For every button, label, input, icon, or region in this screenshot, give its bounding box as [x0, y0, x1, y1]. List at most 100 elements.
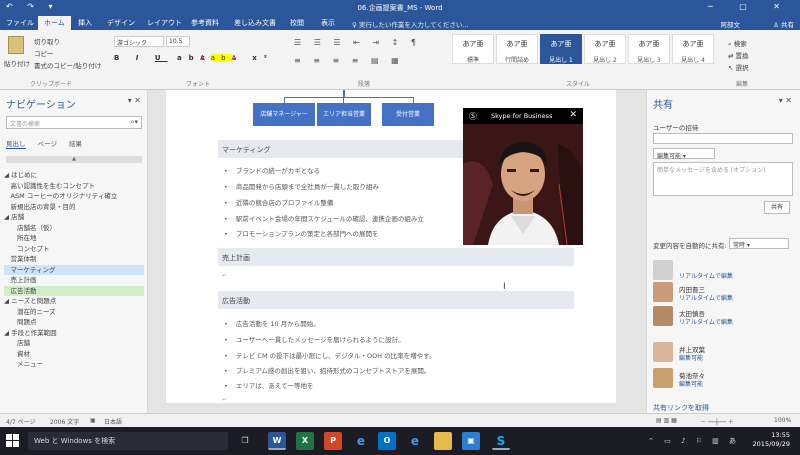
nav-tab-results[interactable]: 結果 — [69, 140, 82, 148]
invite-input[interactable] — [653, 133, 793, 144]
nav-heading[interactable]: 店舗 — [4, 338, 144, 349]
bullet-item[interactable]: テレビ CM の投下は最小限にし、デジタル・OOH の比率を増やす。 — [224, 350, 436, 360]
window-controls[interactable]: ─ ▢ ✕ — [708, 2, 792, 11]
alignment-buttons[interactable]: ≡ ≡ ≡ ≡ ▤ ▦ — [294, 56, 404, 65]
powerpoint-app-icon[interactable]: P — [324, 432, 342, 450]
font-name-select[interactable]: 游ゴシック — [114, 36, 164, 47]
font-size-select[interactable]: 10.5 — [166, 36, 190, 47]
close-icon[interactable]: ▾ ✕ — [779, 96, 792, 105]
tab-view[interactable]: 表示 — [321, 18, 335, 28]
view-buttons[interactable]: ▤ ▥ ▦ — [656, 417, 677, 424]
replace-button[interactable]: ⇄ 置換 — [728, 50, 749, 60]
nav-heading[interactable]: 売上計画 — [4, 275, 144, 286]
org-box[interactable]: エリア担当営業 — [317, 103, 371, 126]
paste-button[interactable]: 貼り付け — [4, 58, 30, 68]
nav-heading[interactable]: コンセプト — [4, 244, 144, 255]
page-count[interactable]: 4/7 ページ — [6, 417, 35, 426]
permission-select[interactable]: 編集可能 ▾ — [653, 148, 715, 160]
tab-design[interactable]: デザイン — [107, 18, 135, 28]
tab-references[interactable]: 参考資料 — [191, 18, 219, 28]
style-heading-4[interactable]: あア亜 見出し 4 — [672, 34, 714, 64]
word-app-icon[interactable]: W — [268, 432, 286, 450]
scroll-up-button[interactable]: ▲ — [6, 156, 142, 163]
bullet-item[interactable]: 商品開発から店頭まで全社員が一貫した取り組み — [224, 181, 379, 191]
excel-app-icon[interactable]: X — [296, 432, 314, 450]
skype-video-window[interactable]: Ⓢ Skype for Business ✕ — [463, 108, 583, 245]
person-row[interactable]: 井上双葉 編集可能 — [653, 342, 793, 366]
bullet-item[interactable]: プロモーションプランの策定と各部門への展開を — [224, 228, 379, 238]
bullet-item[interactable]: ブランドの統一がカギとなる — [224, 165, 320, 175]
nav-heading[interactable]: 新規出店の背景・目的 — [4, 202, 144, 213]
nav-heading[interactable]: ◢ ニーズと問題点 — [4, 296, 144, 307]
bullet-item[interactable]: ユーザーへ一貫したメッセージを届けられるように設計。 — [224, 334, 405, 344]
edge-browser-icon[interactable]: e — [352, 432, 370, 450]
person-row[interactable]: 菊池奈々 編集可能 — [653, 368, 793, 392]
close-icon[interactable]: ▾ ✕ — [128, 96, 141, 105]
nav-heading[interactable]: 店舗名（仮） — [4, 223, 144, 234]
nav-heading[interactable]: 潜在的ニーズ — [4, 307, 144, 318]
style-normal[interactable]: あア亜 標準 — [452, 34, 494, 64]
style-no-spacing[interactable]: あア亜 行間詰め — [496, 34, 538, 64]
style-heading-3[interactable]: あア亜 見出し 3 — [628, 34, 670, 64]
clock[interactable]: 13:55 2015/09/29 — [753, 431, 790, 449]
nav-heading[interactable]: 問題点 — [4, 317, 144, 328]
nav-heading[interactable]: 高い認識性を生むコンセプト — [4, 181, 144, 192]
nav-heading[interactable]: ◢ 手段と作業範囲 — [4, 328, 144, 339]
bullet-item[interactable]: 駅前イベント会場の年間スケジュールの確認、連携企画の組み立 — [224, 213, 424, 223]
nav-heading[interactable]: 営業体制 — [4, 254, 144, 265]
section-heading[interactable]: 売上計画 — [218, 248, 574, 266]
tab-home[interactable]: ホーム — [38, 16, 71, 30]
skype-app-icon[interactable]: S — [492, 432, 510, 450]
outlook-app-icon[interactable]: O — [378, 432, 396, 450]
nav-heading[interactable]: 資材 — [4, 349, 144, 360]
share-button[interactable]: ♙ 共有 — [773, 19, 794, 29]
nav-heading[interactable]: ◢ はじめに — [4, 170, 144, 181]
org-box[interactable]: 店舗マネージャー — [253, 103, 315, 126]
bullet-item[interactable]: プレミアム感の創出を狙い、招待形式のコンセプトストアを展開。 — [224, 365, 431, 375]
person-row[interactable]: 太田慎吾 リアルタイムで編集 — [653, 306, 793, 330]
share-submit-button[interactable]: 共有 — [764, 201, 790, 214]
section-heading[interactable]: 広告活動 — [218, 291, 574, 309]
person-row[interactable]: リアルタイムで編集 — [653, 260, 793, 284]
tab-insert[interactable]: 挿入 — [78, 18, 92, 28]
get-share-link[interactable]: 共有リンクを取得 — [653, 403, 709, 413]
navigation-search-input[interactable]: 文書の検索 ⌕▾ — [6, 116, 142, 129]
task-view-icon[interactable]: ❐ — [236, 432, 254, 450]
tell-me-input[interactable]: ♀ 実行したい作業を入力してください... — [352, 19, 469, 29]
person-row[interactable]: 内田晋三 リアルタイムで編集 — [653, 282, 793, 306]
format-painter-button[interactable]: 書式のコピー/貼り付け — [34, 60, 101, 70]
org-box[interactable]: 受付営業 — [382, 103, 434, 126]
paste-icon[interactable] — [8, 36, 24, 54]
tab-review[interactable]: 校閲 — [290, 18, 304, 28]
nav-tab-headings[interactable]: 見出し — [6, 140, 26, 149]
select-button[interactable]: ↖ 選択 — [728, 62, 749, 72]
nav-tab-pages[interactable]: ページ — [38, 140, 57, 148]
paragraph-buttons[interactable]: ☰ ☰ ☰ ⇤ ⇥ ↕ ¶ — [294, 38, 421, 47]
zoom-slider[interactable]: － ──┼── ＋ — [700, 417, 734, 426]
tab-mailings[interactable]: 差し込み文書 — [234, 18, 276, 28]
cut-button[interactable]: 切り取り — [34, 36, 60, 46]
tab-file[interactable]: ファイル — [6, 18, 34, 28]
language[interactable]: 日本語 — [104, 417, 122, 426]
font-color-buttons[interactable]: AabA — [200, 54, 242, 62]
nav-heading[interactable]: 広告活動 — [4, 285, 144, 296]
close-icon[interactable]: ✕ — [569, 110, 577, 120]
word-count[interactable]: 2006 文字 — [50, 417, 79, 426]
nav-heading[interactable]: ASM コーヒーのオリジナリティ確立 — [4, 191, 144, 202]
find-button[interactable]: ⌕ 検索 — [728, 38, 747, 49]
search-icon[interactable]: ⌕▾ — [131, 118, 138, 127]
proofing-icon[interactable]: ▣ — [90, 417, 96, 424]
taskbar-search-input[interactable]: Web と Windows を検索 — [28, 432, 228, 450]
bullet-item[interactable]: エリアは、あえて一等地を — [224, 380, 314, 390]
font-format-buttons[interactable]: B I U abc x₂ x² — [114, 54, 274, 62]
bullet-item[interactable]: 近隣の競合店のプロファイル整備 — [224, 197, 334, 207]
copy-button[interactable]: コピー — [34, 48, 54, 58]
tab-layout[interactable]: レイアウト — [147, 18, 182, 28]
zoom-level[interactable]: 100% — [774, 417, 791, 424]
ie-browser-icon[interactable]: e — [406, 432, 424, 450]
photos-app-icon[interactable]: ▣ — [462, 432, 480, 450]
nav-heading[interactable]: メニュー — [4, 359, 144, 370]
system-tray-icons[interactable]: ⌃ ▭ ♪ ⚐ ▥ あ — [648, 436, 740, 446]
bullet-item[interactable]: 広告活動を 10 月から開始。 — [224, 318, 320, 328]
user-name[interactable]: 阿部文 — [721, 19, 741, 29]
